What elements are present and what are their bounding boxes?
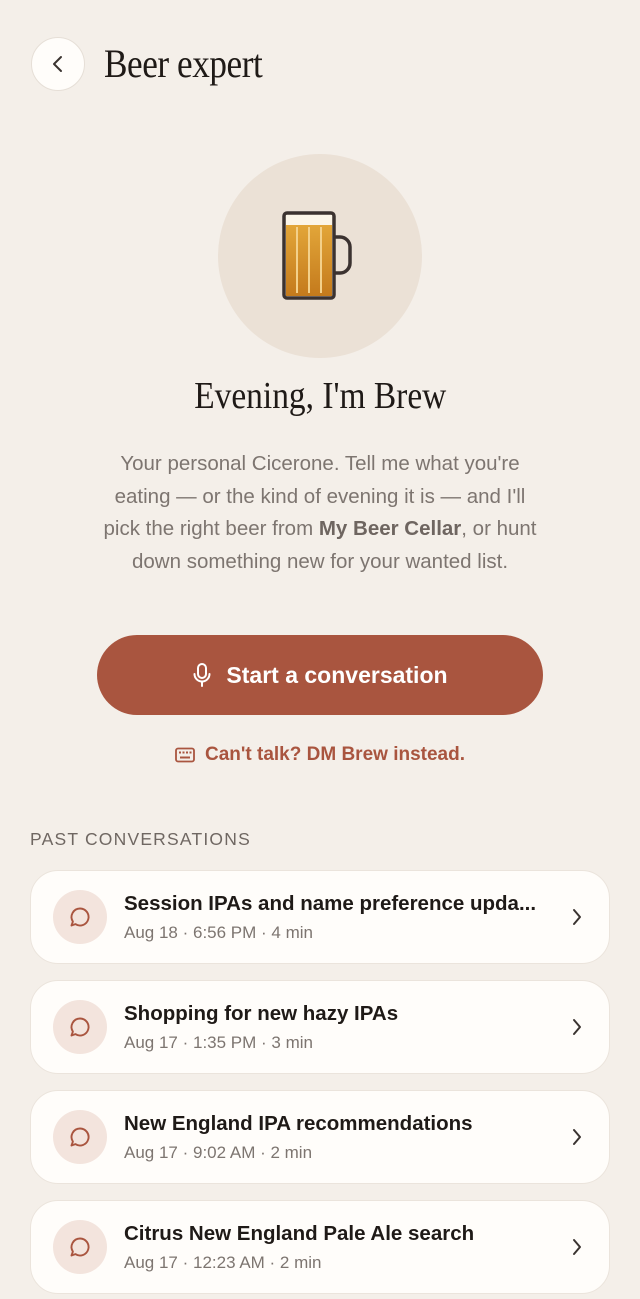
keyboard-icon — [175, 747, 195, 763]
conversation-meta: Aug 17 · 12:23 AM · 2 min — [124, 1253, 322, 1272]
conversation-item[interactable]: Shopping for new hazy IPAs Aug 17 · 1:35… — [30, 980, 610, 1074]
chevron-left-icon — [53, 56, 62, 72]
header: Beer expert — [0, 0, 640, 130]
conversation-item[interactable]: Citrus New England Pale Ale search Aug 1… — [30, 1200, 610, 1294]
page-title: Beer expert — [104, 41, 263, 86]
back-button[interactable] — [31, 37, 85, 91]
chevron-right-icon — [573, 1239, 581, 1255]
conversation-list: Session IPAs and name preference upda...… — [30, 870, 610, 1299]
start-conversation-label: Start a conversation — [226, 661, 448, 688]
conversation-title: Citrus New England Pale Ale search — [124, 1222, 475, 1245]
chat-bubble-icon — [53, 1220, 107, 1274]
chevron-right-icon — [573, 1019, 581, 1035]
cellar-name: My Beer Cellar — [318, 517, 462, 540]
conversation-meta: Aug 17 · 1:35 PM · 3 min — [124, 1033, 313, 1052]
conversation-title: Shopping for new hazy IPAs — [124, 1002, 399, 1025]
conversation-title: Session IPAs and name preference upda... — [124, 892, 537, 915]
past-conversations-heading: PAST CONVERSATIONS — [30, 829, 251, 849]
chat-bubble-icon — [53, 890, 107, 944]
conversation-title: New England IPA recommendations — [124, 1112, 473, 1135]
intro-text: Your personal Cicerone. Tell me what you… — [103, 452, 537, 573]
conversation-meta: Aug 17 · 9:02 AM · 2 min — [124, 1143, 313, 1162]
assistant-avatar — [218, 154, 422, 358]
conversation-item[interactable]: Session IPAs and name preference upda...… — [30, 870, 610, 964]
chat-bubble-icon — [53, 1110, 107, 1164]
start-conversation-button[interactable]: Start a conversation — [97, 635, 543, 715]
beer-mug-icon — [282, 211, 352, 300]
dm-brew-label: Can't talk? DM Brew instead. — [204, 744, 465, 765]
dm-brew-link[interactable]: Can't talk? DM Brew instead. — [0, 744, 640, 766]
microphone-icon — [193, 663, 211, 687]
conversation-item[interactable]: New England IPA recommendations Aug 17 ·… — [30, 1090, 610, 1184]
greeting-heading: Evening, I'm Brew — [193, 375, 447, 417]
conversation-meta: Aug 18 · 6:56 PM · 4 min — [124, 923, 313, 942]
chat-bubble-icon — [53, 1000, 107, 1054]
chevron-right-icon — [573, 1129, 581, 1145]
chevron-right-icon — [573, 909, 581, 925]
